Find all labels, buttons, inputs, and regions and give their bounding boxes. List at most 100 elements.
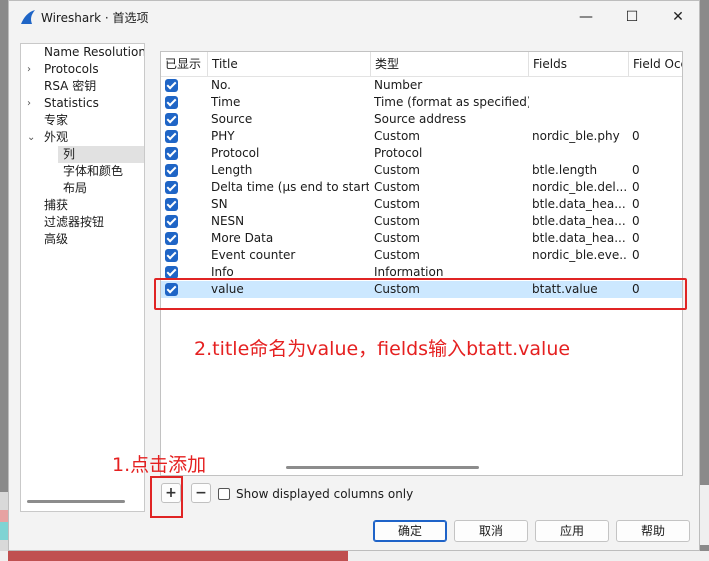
tree-item-statistics[interactable]: › Statistics — [21, 95, 144, 112]
tree-item-rsa-keys[interactable]: RSA 密钥 — [21, 78, 144, 95]
tree-item-advanced[interactable]: 高级 — [21, 231, 144, 248]
chevron-right-icon[interactable]: › — [27, 95, 31, 112]
cell-title[interactable]: Event counter — [211, 247, 369, 264]
cell-fields[interactable] — [532, 111, 627, 128]
show-displayed-only-checkbox[interactable]: Show displayed columns only — [218, 486, 413, 502]
cell-field-occurrence[interactable]: 0 — [632, 179, 672, 196]
tree-item-columns[interactable]: 列 — [58, 146, 144, 163]
cell-fields[interactable]: btle.data_hea... — [532, 230, 627, 247]
cell-field-occurrence[interactable]: 0 — [632, 230, 672, 247]
cell-field-occurrence[interactable] — [632, 94, 672, 111]
cell-field-occurrence[interactable]: 0 — [632, 128, 672, 145]
cell-type[interactable]: Protocol — [374, 145, 529, 162]
displayed-checkbox-icon[interactable] — [165, 113, 178, 126]
tree-item-label: 外观 — [44, 130, 69, 144]
table-row[interactable]: Length Custom btle.length 0 — [161, 162, 682, 179]
minus-icon: − — [195, 485, 207, 501]
table-row[interactable]: Event counter Custom nordic_ble.eve... 0 — [161, 247, 682, 264]
cell-fields[interactable] — [532, 145, 627, 162]
cell-field-occurrence[interactable] — [632, 111, 672, 128]
displayed-checkbox-icon[interactable] — [165, 79, 178, 92]
cell-fields[interactable]: nordic_ble.eve... — [532, 247, 627, 264]
minimize-button[interactable]: — — [563, 1, 609, 33]
cell-field-occurrence[interactable]: 0 — [632, 213, 672, 230]
remove-column-button[interactable]: − — [191, 483, 211, 503]
cell-field-occurrence[interactable] — [632, 77, 672, 94]
cell-field-occurrence[interactable] — [632, 145, 672, 162]
cell-title[interactable]: Protocol — [211, 145, 369, 162]
ok-button[interactable]: 确定 — [373, 520, 447, 542]
cell-field-occurrence[interactable]: 0 — [632, 196, 672, 213]
cell-title[interactable]: More Data — [211, 230, 369, 247]
displayed-checkbox-icon[interactable] — [165, 215, 178, 228]
cell-fields[interactable] — [532, 77, 627, 94]
displayed-checkbox-icon[interactable] — [165, 181, 178, 194]
cell-type[interactable]: Custom — [374, 247, 529, 264]
tree-item-name-resolution[interactable]: Name Resolution — [21, 44, 144, 61]
cell-type[interactable]: Custom — [374, 128, 529, 145]
column-header-displayed[interactable]: 已显示 — [161, 52, 207, 76]
close-button[interactable]: ✕ — [655, 1, 701, 33]
table-row[interactable]: No. Number — [161, 77, 682, 94]
column-header-type[interactable]: 类型 — [370, 52, 528, 76]
displayed-checkbox-icon[interactable] — [165, 198, 178, 211]
table-row[interactable]: Delta time (µs end to start) Custom nordic… — [161, 179, 682, 196]
table-row[interactable]: Source Source address — [161, 111, 682, 128]
table-row[interactable]: NESN Custom btle.data_hea... 0 — [161, 213, 682, 230]
cancel-button[interactable]: 取消 — [454, 520, 528, 542]
cell-title[interactable]: Length — [211, 162, 369, 179]
cell-fields[interactable]: btle.data_hea... — [532, 196, 627, 213]
tree-item-font-colors[interactable]: 字体和颜色 — [21, 163, 144, 180]
tree-item-layout[interactable]: 布局 — [21, 180, 144, 197]
cell-field-occurrence[interactable]: 0 — [632, 247, 672, 264]
cell-title[interactable]: SN — [211, 196, 369, 213]
cell-fields[interactable]: nordic_ble.phy — [532, 128, 627, 145]
table-row[interactable]: Protocol Protocol — [161, 145, 682, 162]
column-header-title[interactable]: Title — [207, 52, 370, 76]
cell-type[interactable]: Source address — [374, 111, 529, 128]
cell-title[interactable]: Time — [211, 94, 369, 111]
help-button[interactable]: 帮助 — [616, 520, 690, 542]
cell-type[interactable]: Custom — [374, 179, 529, 196]
cell-fields[interactable]: nordic_ble.del... — [532, 179, 627, 196]
tree-item-expert[interactable]: 专家 — [21, 112, 144, 129]
chevron-down-icon[interactable]: ⌄ — [27, 129, 35, 146]
column-header-fields[interactable]: Fields — [528, 52, 628, 76]
tree-horizontal-scrollbar[interactable] — [27, 500, 125, 503]
chevron-right-icon[interactable]: › — [27, 61, 31, 78]
cell-fields[interactable]: btle.length — [532, 162, 627, 179]
tree-item-appearance[interactable]: ⌄ 外观 — [21, 129, 144, 146]
displayed-checkbox-icon[interactable] — [165, 232, 178, 245]
cell-type[interactable]: Custom — [374, 162, 529, 179]
displayed-checkbox-icon[interactable] — [165, 130, 178, 143]
displayed-checkbox-icon[interactable] — [165, 96, 178, 109]
displayed-checkbox-icon[interactable] — [165, 249, 178, 262]
cell-title[interactable]: No. — [211, 77, 369, 94]
cell-type[interactable]: Custom — [374, 230, 529, 247]
cell-type[interactable]: Number — [374, 77, 529, 94]
cell-type[interactable]: Custom — [374, 196, 529, 213]
cell-title[interactable]: NESN — [211, 213, 369, 230]
tree-item-capture[interactable]: 捕获 — [21, 197, 144, 214]
table-horizontal-scrollbar[interactable] — [286, 466, 479, 469]
cell-type[interactable]: Custom — [374, 213, 529, 230]
table-row[interactable]: More Data Custom btle.data_hea... 0 — [161, 230, 682, 247]
cell-field-occurrence[interactable]: 0 — [632, 162, 672, 179]
cell-title[interactable]: Delta time (µs end to start) — [211, 179, 369, 196]
maximize-button[interactable]: ☐ — [609, 1, 655, 33]
displayed-checkbox-icon[interactable] — [165, 164, 178, 177]
table-row[interactable]: Time Time (format as specified) — [161, 94, 682, 111]
table-row[interactable]: PHY Custom nordic_ble.phy 0 — [161, 128, 682, 145]
cell-title[interactable]: Source — [211, 111, 369, 128]
displayed-checkbox-icon[interactable] — [165, 147, 178, 160]
cell-type[interactable]: Time (format as specified) — [374, 94, 529, 111]
cell-fields[interactable]: btle.data_hea... — [532, 213, 627, 230]
table-row[interactable]: SN Custom btle.data_hea... 0 — [161, 196, 682, 213]
apply-button[interactable]: 应用 — [535, 520, 609, 542]
column-header-field-occurrence[interactable]: Field Occ — [628, 52, 682, 76]
cell-fields[interactable] — [532, 94, 627, 111]
checkbox-icon[interactable] — [218, 488, 230, 500]
cell-title[interactable]: PHY — [211, 128, 369, 145]
tree-item-protocols[interactable]: › Protocols — [21, 61, 144, 78]
tree-item-filter-buttons[interactable]: 过滤器按钮 — [21, 214, 144, 231]
